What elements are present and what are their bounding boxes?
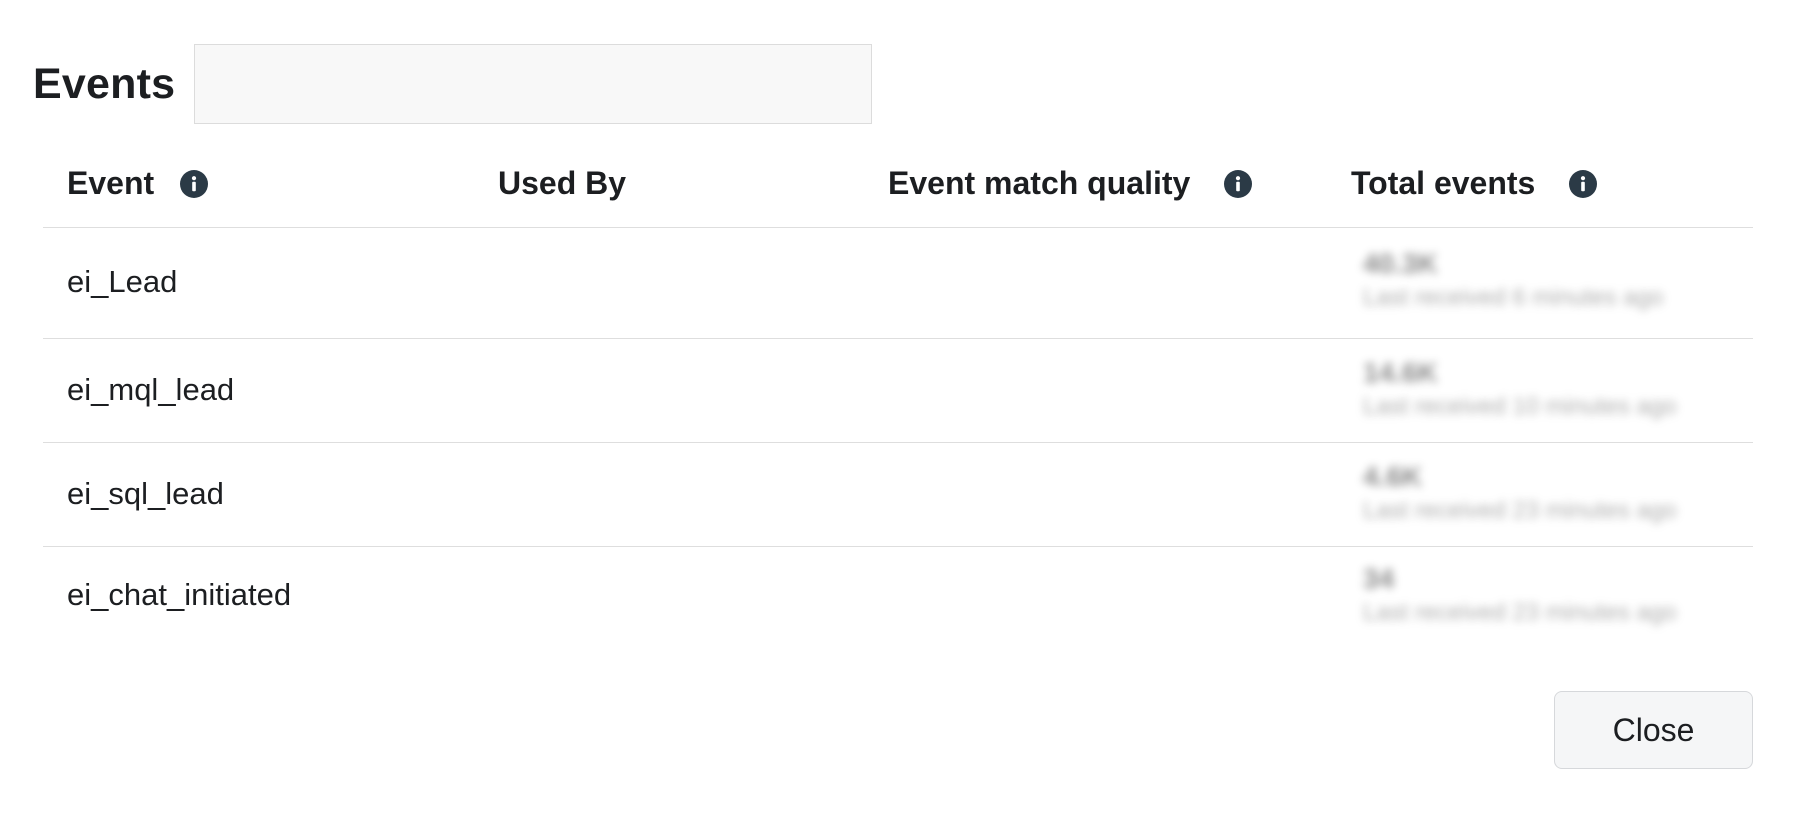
column-header-label: Used By [498,165,627,201]
last-received-text: Last received 6 minutes ago [1363,284,1664,311]
table-header: Event Used By Event match quality Total … [43,140,1753,228]
last-received-text: Last received 10 minutes ago [1363,393,1677,420]
search-input[interactable] [194,44,872,124]
total-events-count: 40.3K [1363,248,1438,279]
table-row[interactable]: ei_Lead 40.3K Last received 6 minutes ag… [43,228,1753,339]
total-events-cell: 34 Last received 23 minutes ago [1363,563,1677,627]
column-header-label: Event [67,165,155,201]
table-row[interactable]: ei_sql_lead 4.6K Last received 23 minute… [43,443,1753,547]
dialog-header: Events [33,44,175,125]
total-events-count: 14.6K [1363,357,1438,388]
event-name: ei_sql_lead [67,476,224,511]
column-header-total-events: Total events [1351,140,1598,227]
table-row[interactable]: ei_chat_initiated 34 Last received 23 mi… [43,547,1753,647]
total-events-count: 4.6K [1363,461,1423,492]
total-events-cell: 40.3K Last received 6 minutes ago [1363,248,1663,312]
info-icon[interactable] [1224,169,1253,198]
column-header-used-by: Used By [498,140,626,227]
event-name: ei_chat_initiated [67,577,292,612]
events-table: Event Used By Event match quality Total … [43,140,1753,647]
column-header-event: Event [67,140,209,227]
events-dialog: Events Event Used By Event match quality [0,0,1794,829]
column-header-label: Event match quality [888,165,1191,201]
event-name: ei_mql_lead [67,372,235,407]
total-events-cell: 4.6K Last received 23 minutes ago [1363,461,1677,525]
total-events-count: 34 [1363,563,1395,594]
info-icon[interactable] [1569,169,1598,198]
total-events-cell: 14.6K Last received 10 minutes ago [1363,357,1677,421]
dialog-title: Events [33,60,176,108]
info-icon[interactable] [180,169,209,198]
table-row[interactable]: ei_mql_lead 14.6K Last received 10 minut… [43,339,1753,443]
event-name: ei_Lead [67,264,178,299]
column-header-label: Total events [1351,165,1536,201]
close-button[interactable]: Close [1554,691,1753,769]
last-received-text: Last received 23 minutes ago [1363,599,1677,626]
last-received-text: Last received 23 minutes ago [1363,497,1677,524]
column-header-match-quality: Event match quality [888,140,1253,227]
